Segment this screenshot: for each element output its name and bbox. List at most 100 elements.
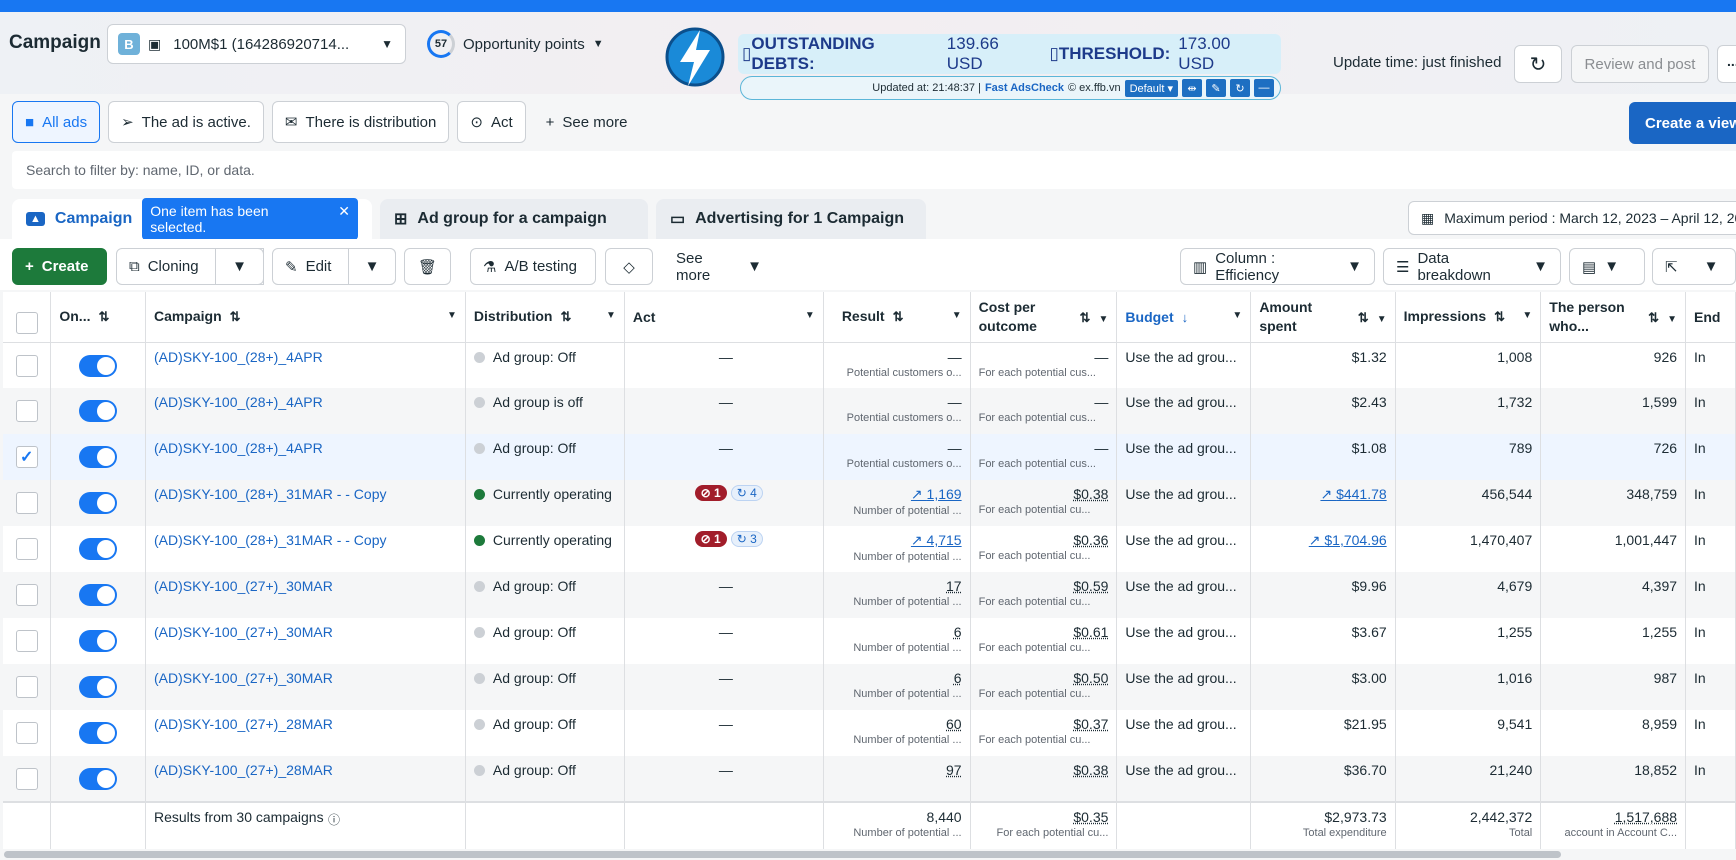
- header-reach[interactable]: The person who... ⇅ ▼: [1540, 292, 1687, 343]
- campaign-name-link[interactable]: (AD)SKY-100_(28+)_4APR: [154, 440, 457, 456]
- table-row[interactable]: (AD)SKY-100_(27+)_28MAR Ad group: Off — 97 $…: [3, 756, 1736, 802]
- minimize-icon[interactable]: —: [1254, 79, 1274, 97]
- row-checkbox[interactable]: [15, 354, 38, 377]
- more-options-button[interactable]: ...: [1717, 45, 1736, 83]
- selected-chip[interactable]: One item has been selected. ✕: [142, 198, 358, 240]
- edit-dropdown[interactable]: ▼: [348, 248, 396, 285]
- refresh-button[interactable]: ↻: [1514, 45, 1562, 83]
- ab-testing-button[interactable]: ⚗ A/B testing: [470, 248, 596, 285]
- row-toggle[interactable]: [79, 676, 118, 698]
- table-row[interactable]: (AD)SKY-100_(28+)_4APR Ad group is off — — P…: [3, 388, 1736, 434]
- row-checkbox[interactable]: [15, 492, 38, 514]
- campaign-name-link[interactable]: (AD)SKY-100_(27+)_28MAR: [154, 762, 457, 778]
- campaign-name-link[interactable]: (AD)SKY-100_(28+)_4APR: [154, 394, 457, 410]
- date-range-picker[interactable]: ▦ Maximum period : March 12, 2023 – Apri…: [1408, 201, 1736, 235]
- row-checkbox-cell[interactable]: [3, 526, 52, 572]
- campaign-name-link[interactable]: (AD)SKY-100_(28+)_31MAR - - Copy: [154, 486, 457, 502]
- row-toggle[interactable]: [79, 768, 118, 790]
- header-act[interactable]: Act ▼: [624, 292, 824, 343]
- tab-ads[interactable]: ▭ Advertising for 1 Campaign: [656, 199, 926, 239]
- campaign-name-link[interactable]: (AD)SKY-100_(27+)_30MAR: [154, 578, 457, 594]
- row-checkbox[interactable]: [15, 722, 38, 744]
- create-view-button[interactable]: Create a view: [1629, 102, 1736, 144]
- header-amount[interactable]: Amount spent ⇅ ▼: [1250, 292, 1396, 343]
- header-impressions[interactable]: Impressions ⇅ ▼: [1395, 292, 1542, 343]
- row-toggle-cell[interactable]: [50, 526, 146, 572]
- header-campaign[interactable]: Campaign ⇅ ▼: [145, 292, 466, 343]
- row-toggle[interactable]: [79, 538, 118, 560]
- filter-all-ads[interactable]: ■ All ads: [12, 101, 101, 143]
- error-badge[interactable]: ⊘ 1: [694, 485, 727, 501]
- breakdown-button[interactable]: ☰ Data breakdown ▼: [1383, 248, 1561, 285]
- create-button[interactable]: + Create: [12, 248, 107, 285]
- campaign-name-link[interactable]: (AD)SKY-100_(27+)_30MAR: [154, 670, 457, 686]
- row-toggle[interactable]: [79, 584, 118, 606]
- table-row[interactable]: (AD)SKY-100_(27+)_30MAR Ad group: Off — 6 Nu…: [3, 664, 1736, 710]
- review-and-post-button[interactable]: Review and post: [1571, 45, 1709, 83]
- row-checkbox-cell[interactable]: [3, 388, 52, 434]
- horizontal-scrollbar[interactable]: [4, 851, 1561, 858]
- row-checkbox[interactable]: ✓: [15, 446, 38, 468]
- table-row[interactable]: (AD)SKY-100_(27+)_28MAR Ad group: Off — 60 N…: [3, 710, 1736, 756]
- tab-campaign[interactable]: ▲ Campaign One item has been selected. ✕: [12, 198, 372, 240]
- refresh-icon[interactable]: ↻: [1230, 79, 1250, 97]
- see-more-button[interactable]: See more ▼: [664, 248, 774, 285]
- row-checkbox-cell[interactable]: [3, 710, 52, 756]
- campaign-name-link[interactable]: (AD)SKY-100_(28+)_31MAR - - Copy: [154, 532, 457, 548]
- edit-icon[interactable]: ✎: [1206, 79, 1226, 97]
- row-toggle-cell[interactable]: [50, 388, 146, 434]
- reports-button[interactable]: ▤ ▼: [1569, 248, 1645, 285]
- row-toggle-cell[interactable]: [50, 710, 146, 756]
- filter-active[interactable]: ➢ The ad is active.: [108, 101, 264, 143]
- table-row[interactable]: (AD)SKY-100_(28+)_31MAR - - Copy Currentl…: [3, 526, 1736, 572]
- row-checkbox[interactable]: [15, 676, 38, 698]
- row-toggle[interactable]: [79, 630, 118, 652]
- row-toggle[interactable]: [79, 492, 118, 514]
- row-toggle-cell[interactable]: [50, 434, 146, 480]
- row-checkbox-cell[interactable]: [3, 342, 52, 388]
- error-badge[interactable]: ⊘ 1: [694, 531, 727, 547]
- account-selector[interactable]: B ▣ 100M$1 (164286920714... ▼: [107, 24, 406, 64]
- row-checkbox-cell[interactable]: [3, 664, 52, 710]
- row-toggle[interactable]: [79, 446, 118, 468]
- result-value[interactable]: ↗ 4,715: [832, 532, 962, 549]
- row-checkbox[interactable]: [15, 768, 38, 790]
- header-cost[interactable]: Cost per outcome ⇅ ▼: [970, 292, 1118, 343]
- row-toggle[interactable]: [79, 400, 118, 422]
- row-toggle-cell[interactable]: [50, 572, 146, 618]
- row-checkbox[interactable]: [15, 630, 38, 652]
- filter-distribution[interactable]: ✉ There is distribution: [271, 101, 450, 143]
- row-toggle-cell[interactable]: [50, 342, 146, 388]
- info-badge[interactable]: ↻ 3: [730, 531, 763, 547]
- row-checkbox-cell[interactable]: [3, 756, 52, 802]
- row-checkbox-cell[interactable]: ✓: [3, 434, 52, 480]
- row-toggle-cell[interactable]: [50, 664, 146, 710]
- result-value[interactable]: ↗ 1,169: [832, 486, 962, 503]
- header-select-all[interactable]: [3, 292, 52, 343]
- row-toggle-cell[interactable]: [50, 480, 146, 526]
- row-checkbox[interactable]: [15, 538, 38, 560]
- info-badge[interactable]: ↻ 4: [730, 485, 763, 501]
- header-budget[interactable]: Budget ↓ ▼: [1116, 292, 1252, 343]
- table-row[interactable]: ✓ (AD)SKY-100_(28+)_4APR Ad group: Off — — Po…: [3, 434, 1736, 480]
- table-row[interactable]: (AD)SKY-100_(28+)_31MAR - - Copy Currentl…: [3, 480, 1736, 526]
- tab-adgroup[interactable]: ⊞ Ad group for a campaign: [380, 199, 648, 239]
- row-toggle-cell[interactable]: [50, 756, 146, 802]
- columns-button[interactable]: ▥ Column : Efficiency ▼: [1180, 248, 1375, 285]
- campaign-name-link[interactable]: (AD)SKY-100_(27+)_30MAR: [154, 624, 457, 640]
- row-checkbox-cell[interactable]: [3, 618, 52, 664]
- row-toggle-cell[interactable]: [50, 618, 146, 664]
- header-result[interactable]: Result ⇅ ▼: [823, 292, 971, 343]
- row-checkbox-cell[interactable]: [3, 480, 52, 526]
- header-distribution[interactable]: Distribution ⇅ ▼: [465, 292, 625, 343]
- row-toggle[interactable]: [79, 722, 118, 744]
- ext-brand[interactable]: Fast AdsCheck: [985, 82, 1064, 94]
- see-more-filters[interactable]: + See more: [534, 101, 640, 143]
- campaign-name-link[interactable]: (AD)SKY-100_(27+)_28MAR: [154, 716, 457, 732]
- amount-value[interactable]: ↗ $1,704.96: [1259, 532, 1387, 549]
- opportunity-points[interactable]: 57 Opportunity points ▼: [427, 30, 604, 58]
- amount-value[interactable]: ↗ $441.78: [1259, 486, 1386, 503]
- cloning-dropdown[interactable]: ▼: [215, 248, 264, 285]
- table-row[interactable]: (AD)SKY-100_(27+)_30MAR Ad group: Off — 17 N…: [3, 572, 1736, 618]
- tag-button[interactable]: ◇: [605, 248, 653, 285]
